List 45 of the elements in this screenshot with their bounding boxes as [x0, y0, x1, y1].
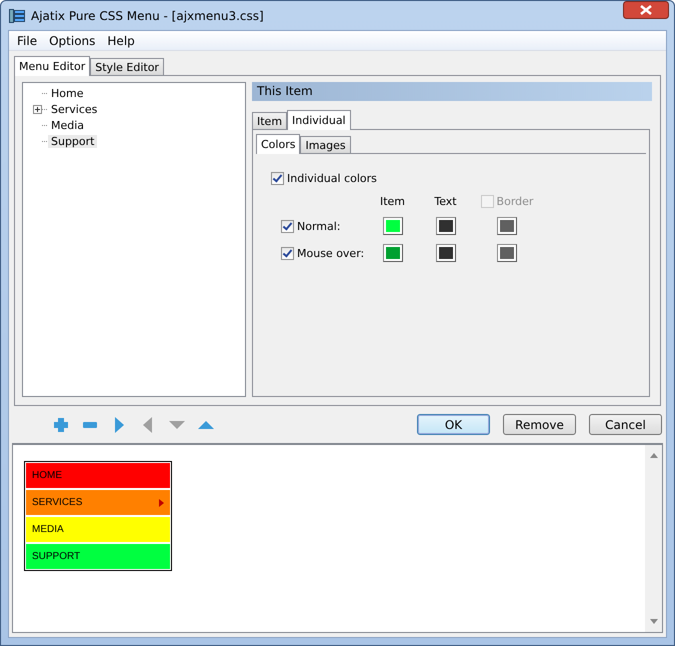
checkbox[interactable] — [281, 220, 294, 232]
tab[interactable]: Individual — [287, 110, 351, 130]
tab[interactable]: Style Editor — [90, 58, 164, 75]
tab[interactable]: Menu Editor — [14, 56, 90, 76]
tab[interactable]: Images — [300, 136, 351, 153]
menu-item[interactable]: File — [12, 34, 42, 48]
column-label: Text — [433, 195, 458, 208]
tree-item[interactable]: Services — [48, 102, 100, 116]
checkbox-label: Mouse over: — [297, 246, 364, 260]
app-icon — [9, 8, 25, 22]
scroll-down-icon[interactable] — [650, 619, 658, 624]
checkbox[interactable] — [281, 246, 294, 260]
dialog-button[interactable]: OK — [417, 414, 490, 435]
expand-icon[interactable] — [33, 104, 42, 114]
dialog-button[interactable]: Cancel — [589, 414, 662, 435]
color-swatch[interactable] — [436, 217, 456, 235]
tree-item[interactable]: Home — [48, 86, 86, 100]
tree-item[interactable]: Media — [48, 118, 88, 132]
add-icon[interactable] — [52, 416, 70, 434]
scrollbar[interactable] — [645, 445, 662, 632]
checkbox-label: Normal: — [297, 220, 341, 232]
section-header: This Item — [252, 82, 652, 101]
column-label: Item — [378, 195, 406, 208]
color-swatch[interactable] — [497, 244, 517, 262]
color-swatch[interactable] — [382, 217, 402, 235]
color-swatch[interactable] — [382, 244, 402, 262]
tab[interactable]: Colors — [256, 134, 300, 154]
menu-preview-item[interactable]: HOME — [26, 463, 170, 488]
menu-preview-item[interactable]: SERVICES — [26, 490, 170, 515]
window-title: Ajatix Pure CSS Menu - [ajxmenu3.css] — [31, 8, 265, 22]
scroll-up-icon[interactable] — [650, 453, 658, 458]
color-swatch[interactable] — [436, 244, 456, 262]
close-button[interactable] — [623, 1, 669, 19]
menu-item[interactable]: Help — [102, 34, 140, 48]
tab[interactable]: Item — [252, 112, 288, 129]
menu-item[interactable]: Options — [44, 34, 100, 48]
menu-preview-item[interactable]: SUPPORT — [26, 544, 170, 569]
tree-item[interactable]: Support — [48, 134, 98, 148]
checkbox[interactable] — [271, 172, 284, 185]
color-swatch[interactable] — [497, 217, 517, 235]
checkbox-label: Border — [496, 195, 534, 208]
submenu-arrow-icon — [159, 498, 164, 506]
menu-preview-item[interactable]: MEDIA — [26, 517, 170, 542]
checkbox-label: Individual colors — [287, 172, 377, 185]
dialog-button[interactable]: Remove — [503, 414, 576, 435]
